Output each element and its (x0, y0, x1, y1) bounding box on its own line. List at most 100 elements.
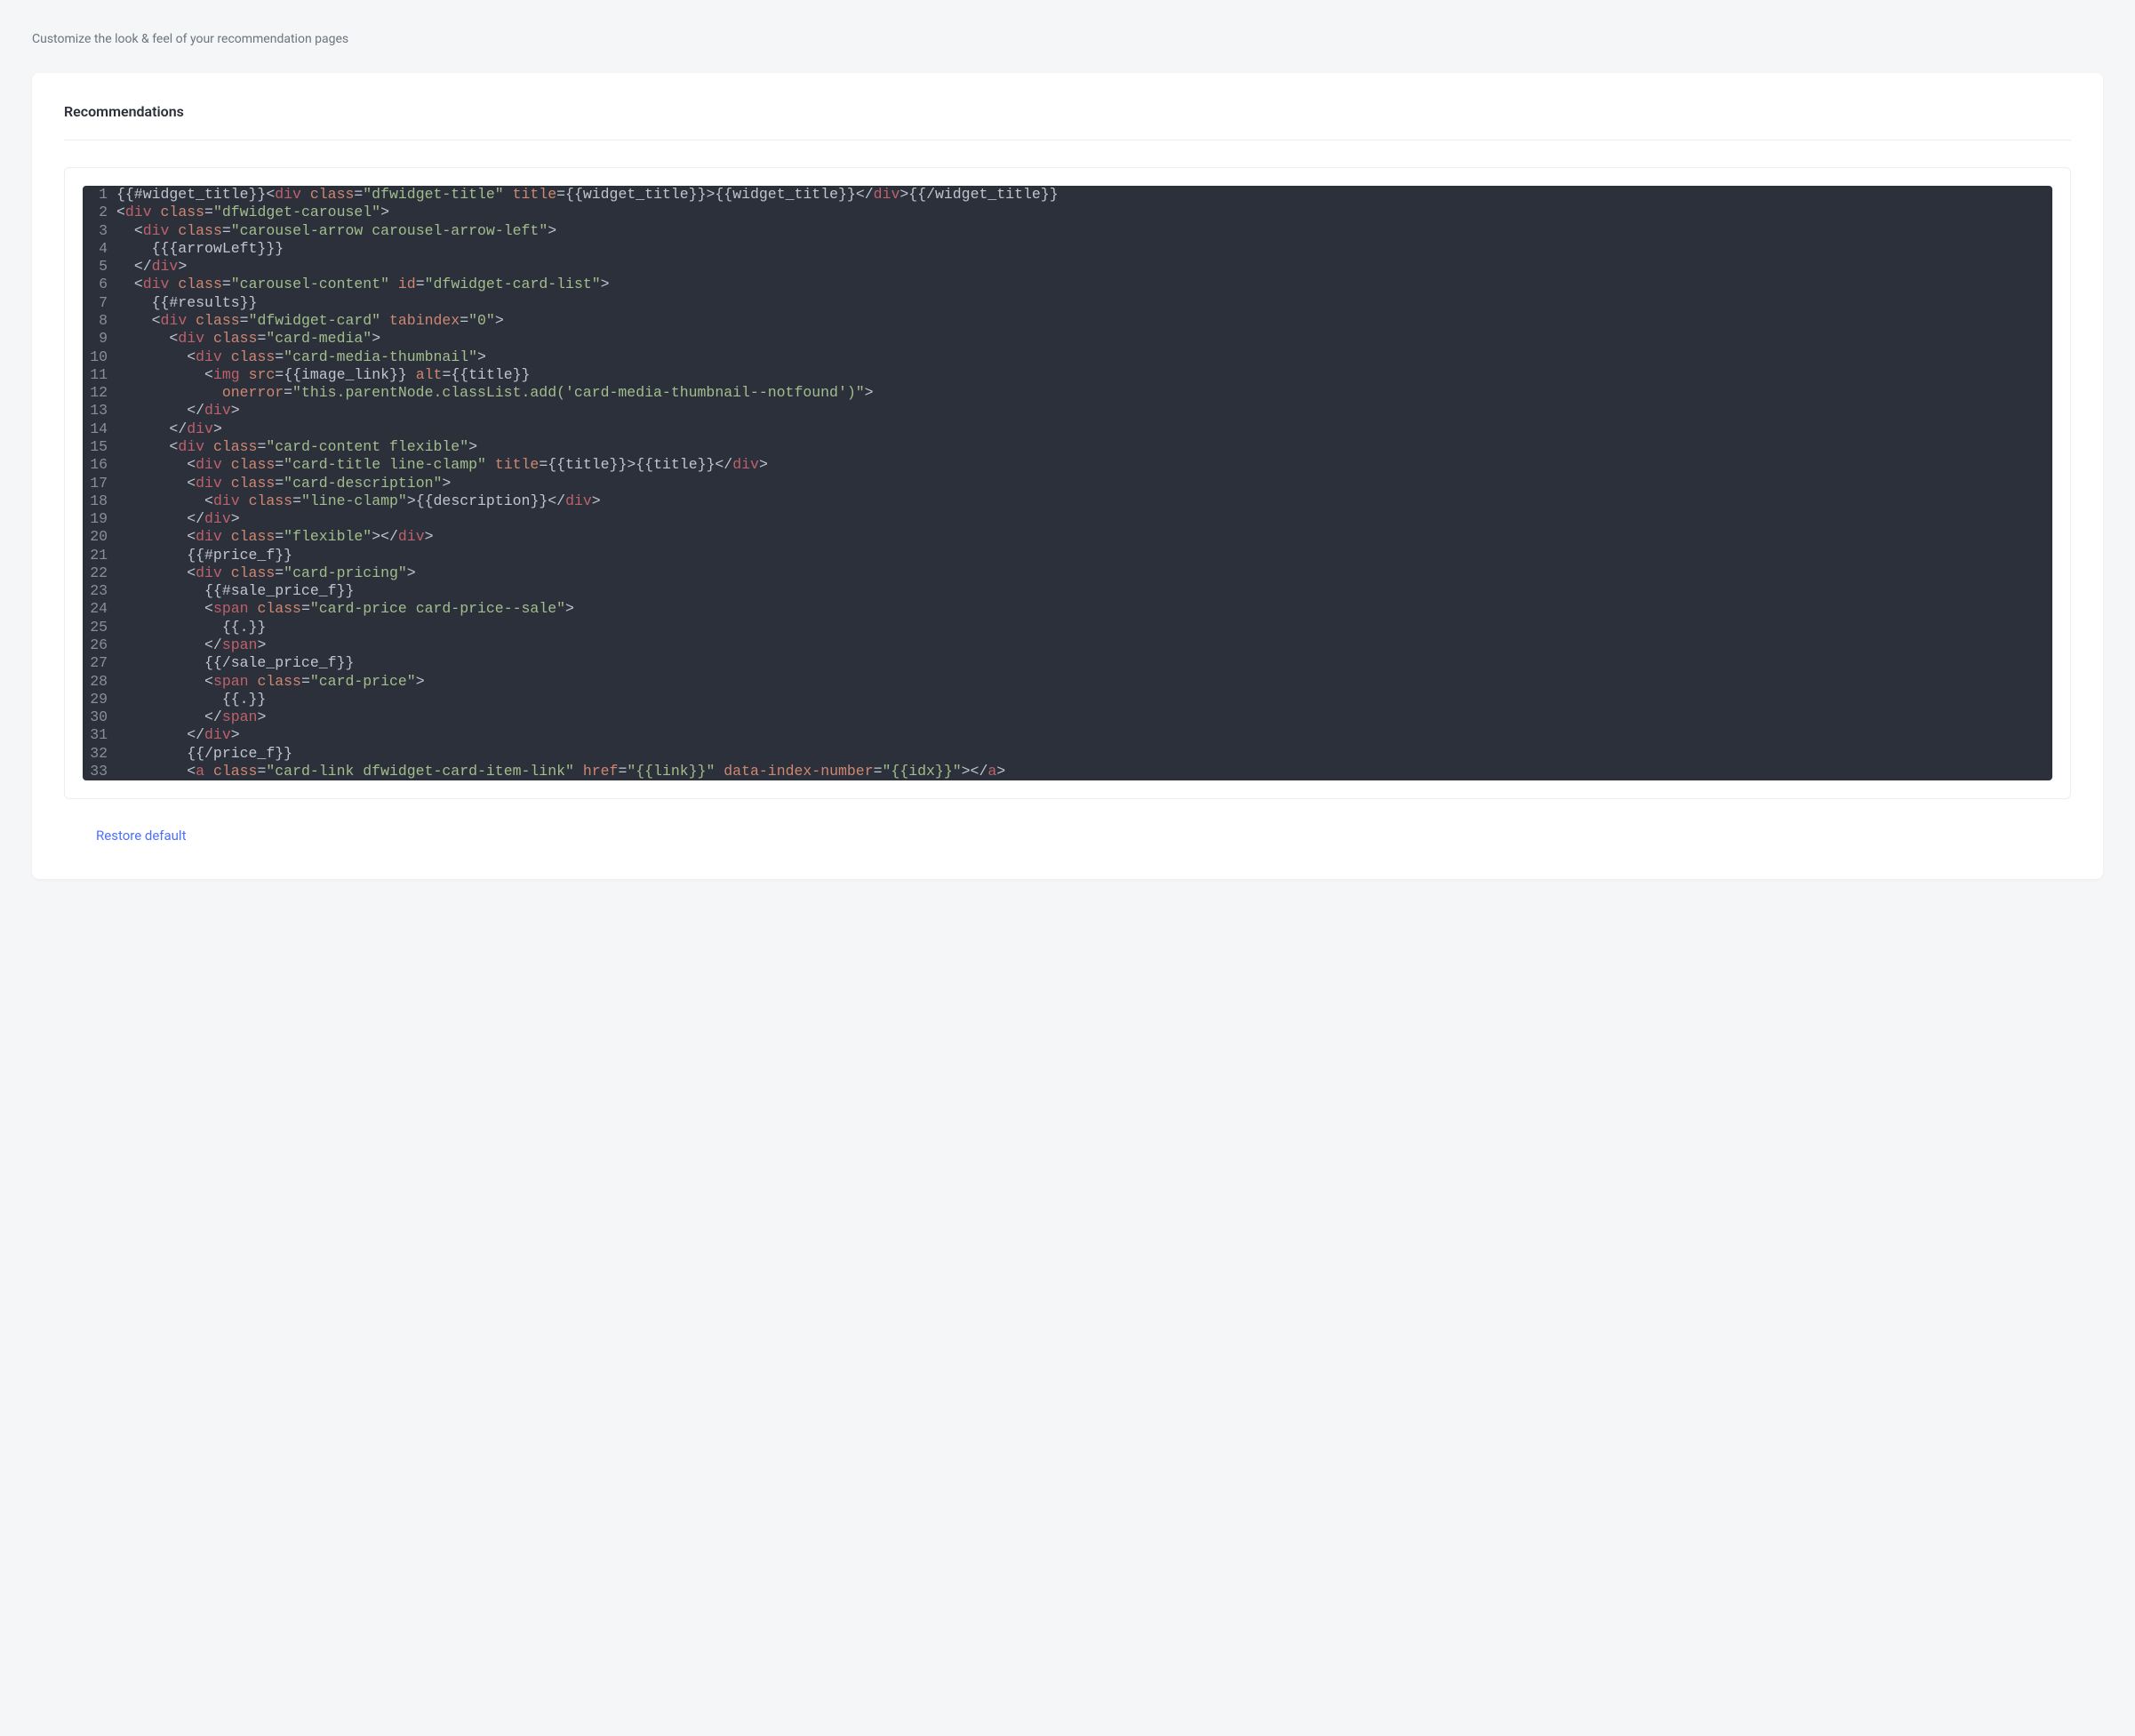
code-line[interactable]: 3 <div class="carousel-arrow carousel-ar… (83, 222, 2052, 240)
page-subtitle: Customize the look & feel of your recomm… (32, 32, 2103, 46)
editor-wrap: 1{{#widget_title}}<div class="dfwidget-t… (64, 167, 2071, 799)
line-number: 21 (83, 547, 116, 564)
code-line[interactable]: 23 {{#sale_price_f}} (83, 582, 2052, 600)
code-content[interactable]: {{.}} (116, 691, 278, 708)
code-content[interactable]: {{#results}} (116, 294, 269, 312)
code-content[interactable]: </span> (116, 708, 278, 726)
code-content[interactable]: onerror="this.parentNode.classList.add('… (116, 384, 886, 402)
code-content[interactable]: </span> (116, 636, 278, 654)
code-content[interactable]: <div class="carousel-content" id="dfwidg… (116, 276, 622, 293)
line-number: 18 (83, 492, 116, 510)
restore-default-link[interactable]: Restore default (96, 828, 186, 844)
code-content[interactable]: <div class="dfwidget-card" tabindex="0"> (116, 312, 516, 330)
code-content[interactable]: <div class="line-clamp">{{description}}<… (116, 492, 613, 510)
code-line[interactable]: 33 <a class="card-link dfwidget-card-ite… (83, 763, 2052, 780)
code-content[interactable]: </div> (116, 420, 235, 438)
code-content[interactable]: <div class="card-pricing"> (116, 564, 428, 582)
line-number: 4 (83, 240, 116, 258)
code-line[interactable]: 26 </span> (83, 636, 2052, 654)
line-number: 13 (83, 402, 116, 420)
code-line[interactable]: 25 {{.}} (83, 619, 2052, 636)
code-line[interactable]: 17 <div class="card-description"> (83, 475, 2052, 492)
line-number: 24 (83, 600, 116, 618)
code-content[interactable]: <div class="flexible"></div> (116, 528, 446, 546)
line-number: 30 (83, 708, 116, 726)
code-content[interactable]: {{#price_f}} (116, 547, 305, 564)
line-number: 7 (83, 294, 116, 312)
code-line[interactable]: 24 <span class="card-price card-price--s… (83, 600, 2052, 618)
line-number: 22 (83, 564, 116, 582)
line-number: 6 (83, 276, 116, 293)
line-number: 33 (83, 763, 116, 780)
code-content[interactable]: {{/price_f}} (116, 745, 305, 763)
code-content[interactable]: {{.}} (116, 619, 278, 636)
code-content[interactable]: {{{arrowLeft}}} (116, 240, 296, 258)
code-line[interactable]: 28 <span class="card-price"> (83, 673, 2052, 691)
code-content[interactable]: <div class="carousel-arrow carousel-arro… (116, 222, 569, 240)
code-line[interactable]: 10 <div class="card-media-thumbnail"> (83, 348, 2052, 366)
code-content[interactable]: {{#sale_price_f}} (116, 582, 366, 600)
code-line[interactable]: 2<div class="dfwidget-carousel"> (83, 204, 2052, 221)
line-number: 29 (83, 691, 116, 708)
line-number: 31 (83, 726, 116, 744)
line-number: 25 (83, 619, 116, 636)
code-content[interactable]: </div> (116, 510, 252, 528)
code-content[interactable]: <div class="card-content flexible"> (116, 438, 490, 456)
code-line[interactable]: 29 {{.}} (83, 691, 2052, 708)
line-number: 8 (83, 312, 116, 330)
line-number: 11 (83, 366, 116, 384)
code-line[interactable]: 11 <img src={{image_link}} alt={{title}} (83, 366, 2052, 384)
line-number: 32 (83, 745, 116, 763)
line-number: 19 (83, 510, 116, 528)
code-content[interactable]: <div class="card-description"> (116, 475, 463, 492)
code-line[interactable]: 16 <div class="card-title line-clamp" ti… (83, 456, 2052, 474)
line-number: 16 (83, 456, 116, 474)
code-content[interactable]: </div> (116, 402, 252, 420)
line-number: 23 (83, 582, 116, 600)
code-line[interactable]: 7 {{#results}} (83, 294, 2052, 312)
code-line[interactable]: 32 {{/price_f}} (83, 745, 2052, 763)
code-content[interactable]: {{/sale_price_f}} (116, 654, 366, 672)
line-number: 20 (83, 528, 116, 546)
line-number: 1 (83, 186, 116, 204)
code-line[interactable]: 31 </div> (83, 726, 2052, 744)
code-line[interactable]: 8 <div class="dfwidget-card" tabindex="0… (83, 312, 2052, 330)
code-content[interactable]: <div class="dfwidget-carousel"> (116, 204, 402, 221)
code-line[interactable]: 19 </div> (83, 510, 2052, 528)
code-content[interactable]: <img src={{image_link}} alt={{title}} (116, 366, 542, 384)
line-number: 10 (83, 348, 116, 366)
code-content[interactable]: <div class="card-media"> (116, 330, 393, 348)
code-line[interactable]: 15 <div class="card-content flexible"> (83, 438, 2052, 456)
code-content[interactable]: <a class="card-link dfwidget-card-item-l… (116, 763, 1018, 780)
line-number: 15 (83, 438, 116, 456)
code-content[interactable]: <span class="card-price card-price--sale… (116, 600, 587, 618)
code-line[interactable]: 14 </div> (83, 420, 2052, 438)
code-line[interactable]: 9 <div class="card-media"> (83, 330, 2052, 348)
page: Customize the look & feel of your recomm… (0, 0, 2135, 929)
code-line[interactable]: 1{{#widget_title}}<div class="dfwidget-t… (83, 186, 2052, 204)
code-line[interactable]: 30 </span> (83, 708, 2052, 726)
code-content[interactable]: </div> (116, 726, 252, 744)
code-line[interactable]: 4 {{{arrowLeft}}} (83, 240, 2052, 258)
code-content[interactable]: <span class="card-price"> (116, 673, 437, 691)
recommendations-card: Recommendations 1{{#widget_title}}<div c… (32, 73, 2103, 879)
code-line[interactable]: 21 {{#price_f}} (83, 547, 2052, 564)
line-number: 27 (83, 654, 116, 672)
code-line[interactable]: 5 </div> (83, 258, 2052, 276)
code-line[interactable]: 18 <div class="line-clamp">{{description… (83, 492, 2052, 510)
code-line[interactable]: 13 </div> (83, 402, 2052, 420)
code-line[interactable]: 22 <div class="card-pricing"> (83, 564, 2052, 582)
code-line[interactable]: 27 {{/sale_price_f}} (83, 654, 2052, 672)
code-line[interactable]: 20 <div class="flexible"></div> (83, 528, 2052, 546)
line-number: 28 (83, 673, 116, 691)
code-content[interactable]: </div> (116, 258, 199, 276)
code-content[interactable]: <div class="card-title line-clamp" title… (116, 456, 780, 474)
code-line[interactable]: 12 onerror="this.parentNode.classList.ad… (83, 384, 2052, 402)
code-editor[interactable]: 1{{#widget_title}}<div class="dfwidget-t… (83, 186, 2052, 780)
code-line[interactable]: 6 <div class="carousel-content" id="dfwi… (83, 276, 2052, 293)
code-content[interactable]: <div class="card-media-thumbnail"> (116, 348, 499, 366)
card-title: Recommendations (64, 103, 2071, 140)
line-number: 26 (83, 636, 116, 654)
code-content[interactable]: {{#widget_title}}<div class="dfwidget-ti… (116, 186, 1071, 204)
line-number: 2 (83, 204, 116, 221)
